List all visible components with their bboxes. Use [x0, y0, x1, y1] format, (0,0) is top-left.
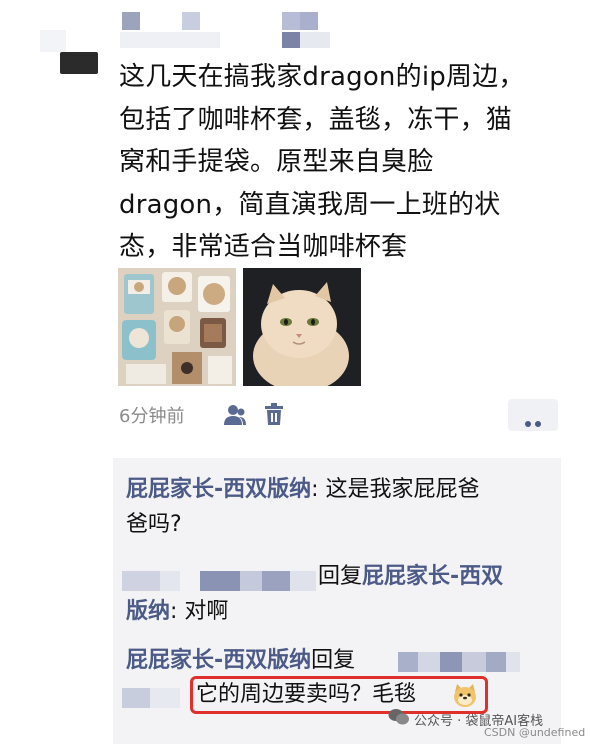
reply-target-username-cont[interactable]: 版纳	[126, 599, 170, 624]
comment-text: 这是我家屁屁爸	[318, 477, 480, 502]
comment-3-line-1: 屁屁家长-西双版纳回复	[126, 646, 355, 676]
reply-label: 回复	[311, 648, 356, 673]
post-line: 窝和手提袋。原型来自臭脸	[119, 147, 434, 177]
comment-2-line-2: 版纳: 对啊	[126, 597, 228, 627]
post-photo-products[interactable]	[118, 268, 236, 386]
post-photo-cat[interactable]	[243, 268, 361, 386]
reply-label: 回复	[318, 564, 363, 589]
comment-username[interactable]: 屁屁家长-西双版纳	[126, 477, 311, 502]
comment-text: 它的周边要卖吗？毛毯	[196, 682, 417, 707]
doge-emoji-icon	[452, 682, 478, 708]
reply-target-username[interactable]: 屁屁家长-西双	[362, 564, 503, 589]
trash-icon[interactable]	[263, 402, 285, 427]
comment-username[interactable]: 屁屁家长-西双版纳	[126, 648, 311, 673]
comment-2-line-1: 回复屁屁家长-西双	[318, 562, 503, 592]
person-icon[interactable]	[222, 403, 248, 427]
post-line: 态，非常适合当咖啡杯套	[119, 232, 408, 262]
post-line: 这几天在搞我家dragon的ip周边，	[119, 62, 525, 92]
comment-separator: :	[311, 477, 319, 502]
cat-illustration	[243, 268, 361, 386]
more-dots-icon	[525, 412, 541, 427]
post-line: 包括了咖啡杯套，盖毯，冻干，猫	[119, 104, 513, 135]
products-illustration	[118, 268, 236, 386]
comment-1-line-2: 爸吗?	[126, 510, 182, 540]
comment-text: 爸吗?	[126, 512, 182, 537]
post-content: 这几天在搞我家dragon的ip周边， 包括了咖啡杯套，盖毯，冻干，猫 窝和手提…	[119, 56, 559, 269]
post-time: 6分钟前	[119, 406, 185, 427]
comment-3-line-2: 它的周边要卖吗？毛毯	[196, 680, 416, 710]
more-button[interactable]	[508, 399, 558, 431]
watermark-csdn: CSDN @undefined	[484, 726, 586, 739]
post-line: dragon，简直演我周一上班的状	[119, 189, 501, 220]
avatar	[60, 52, 98, 74]
wechat-icon	[388, 708, 410, 726]
comment-1-line-1: 屁屁家长-西双版纳: 这是我家屁屁爸	[126, 475, 480, 505]
comment-text: : 对啊	[170, 599, 229, 624]
